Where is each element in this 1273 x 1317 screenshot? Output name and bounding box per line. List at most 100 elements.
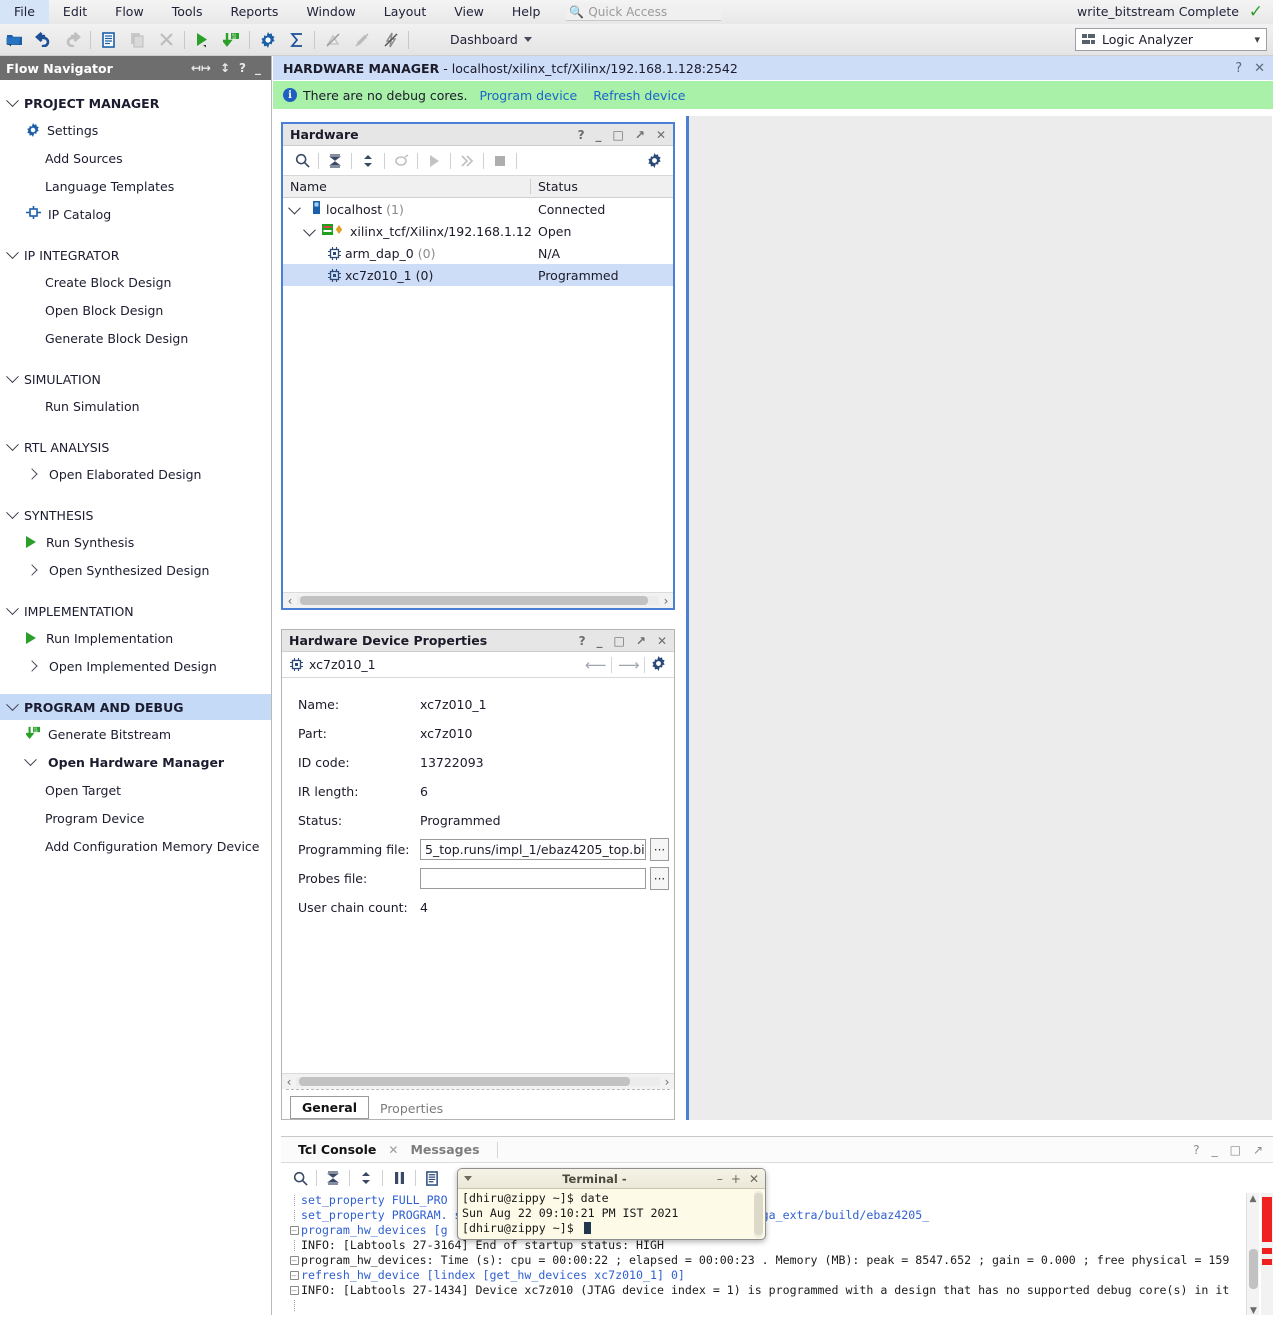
generate-bitstream-icon[interactable]: 01 10 xyxy=(217,25,246,55)
sum-icon[interactable] xyxy=(282,25,311,55)
error-marker[interactable] xyxy=(1262,1259,1272,1265)
run-icon[interactable] xyxy=(188,25,217,55)
gear-icon[interactable] xyxy=(640,148,668,174)
sidebar-item-settings[interactable]: Settings xyxy=(0,116,271,144)
program-device-link[interactable]: Program device xyxy=(479,88,577,103)
scroll-up-icon[interactable]: ▲ xyxy=(1247,1193,1259,1206)
expand-all-icon[interactable] xyxy=(354,148,382,174)
menu-file[interactable]: File xyxy=(0,0,49,24)
table-row[interactable]: xilinx_tcf/Xilinx/192.168.1.128 Open xyxy=(283,220,673,242)
sidebar-item-open-block-design[interactable]: Open Block Design xyxy=(0,296,271,324)
minimize-icon[interactable]: _ xyxy=(255,61,261,75)
float-icon[interactable]: ↗ xyxy=(636,634,646,648)
sidebar-group-simulation[interactable]: SIMULATION xyxy=(0,366,271,392)
sidebar-item-generate-bitstream[interactable]: 01 10 Generate Bitstream xyxy=(0,720,271,748)
maximize-icon[interactable]: □ xyxy=(1230,1143,1241,1157)
menu-edit[interactable]: Edit xyxy=(49,0,101,24)
sidebar-item-add-configuration-memory-device[interactable]: Add Configuration Memory Device xyxy=(0,832,271,860)
hardware-horizontal-scrollbar[interactable]: ‹ › xyxy=(283,592,673,608)
scroll-left-icon[interactable]: ‹ xyxy=(282,1075,296,1089)
browse-button[interactable]: ··· xyxy=(650,867,669,890)
float-icon[interactable]: ↗ xyxy=(635,128,645,142)
device-properties-horizontal-scrollbar[interactable]: ‹ › xyxy=(282,1073,674,1089)
pause-icon[interactable] xyxy=(385,1165,413,1191)
dashboard-selector[interactable]: Dashboard xyxy=(442,30,540,49)
scroll-thumb[interactable] xyxy=(754,1193,763,1235)
collapse-marker-icon[interactable]: – xyxy=(287,1226,301,1235)
scroll-thumb[interactable] xyxy=(300,596,648,605)
menu-window[interactable]: Window xyxy=(292,0,369,24)
minimize-icon[interactable]: _ xyxy=(597,634,603,648)
help-icon[interactable]: ? xyxy=(1193,1143,1199,1157)
menu-flow[interactable]: Flow xyxy=(101,0,158,24)
close-icon[interactable]: ✕ xyxy=(749,1172,759,1186)
sidebar-item-add-sources[interactable]: Add Sources xyxy=(0,144,271,172)
terminal-scrollbar[interactable] xyxy=(754,1191,763,1238)
sidebar-item-open-hardware-manager[interactable]: Open Hardware Manager xyxy=(0,748,271,776)
scroll-right-icon[interactable]: › xyxy=(659,594,673,608)
help-icon[interactable]: ? xyxy=(239,61,246,75)
terminal-body[interactable]: [dhiru@zippy ~]$ date Sun Aug 22 09:10:2… xyxy=(458,1189,765,1238)
settings-icon[interactable] xyxy=(253,25,282,55)
tab-tcl-console[interactable]: Tcl Console xyxy=(289,1142,385,1157)
float-icon[interactable]: ↗ xyxy=(1253,1143,1263,1157)
scroll-thumb[interactable] xyxy=(1249,1249,1258,1289)
help-icon[interactable]: ? xyxy=(579,634,586,648)
error-marker[interactable] xyxy=(1262,1248,1272,1254)
collapse-all-icon[interactable] xyxy=(319,1165,347,1191)
table-row[interactable]: localhost (1) Connected xyxy=(283,198,673,220)
close-icon[interactable]: ✕ xyxy=(385,1143,401,1157)
minimize-icon[interactable]: – xyxy=(717,1172,723,1186)
maximize-icon[interactable]: + xyxy=(731,1172,741,1186)
sidebar-item-language-templates[interactable]: Language Templates xyxy=(0,172,271,200)
menu-view[interactable]: View xyxy=(440,0,498,24)
error-marker-bar[interactable] xyxy=(1261,1193,1273,1317)
sidebar-item-run-synthesis[interactable]: Run Synthesis xyxy=(0,528,271,556)
forward-arrow-icon[interactable]: ⟶ xyxy=(618,656,640,674)
menu-layout[interactable]: Layout xyxy=(370,0,441,24)
sidebar-group-program-and-debug[interactable]: PROGRAM AND DEBUG xyxy=(0,694,271,720)
minimize-icon[interactable]: _ xyxy=(1212,1143,1218,1157)
tab-messages[interactable]: Messages xyxy=(401,1142,488,1157)
close-icon[interactable]: ✕ xyxy=(1254,61,1265,76)
table-row[interactable]: arm_dap_0 (0) N/A xyxy=(283,242,673,264)
expand-all-icon[interactable] xyxy=(352,1165,380,1191)
search-icon[interactable] xyxy=(288,148,316,174)
scroll-track[interactable] xyxy=(296,1077,660,1086)
table-row[interactable]: xc7z010_1 (0) Programmed xyxy=(283,264,673,286)
programming-file-input[interactable]: 5_top.runs/impl_1/ebaz4205_top.bit ✕ xyxy=(420,839,646,860)
search-icon[interactable] xyxy=(286,1165,314,1191)
browse-button[interactable]: ··· xyxy=(650,838,669,861)
quick-access-search[interactable]: 🔍 Quick Access xyxy=(566,3,722,21)
sidebar-item-open-target[interactable]: Open Target xyxy=(0,776,271,804)
sidebar-group-ip-integrator[interactable]: IP INTEGRATOR xyxy=(0,242,271,268)
help-icon[interactable]: ? xyxy=(1235,61,1242,76)
chevron-down-icon[interactable] xyxy=(303,223,316,236)
sidebar-group-rtl-analysis[interactable]: RTL ANALYSIS xyxy=(0,434,271,460)
scroll-left-icon[interactable]: ‹ xyxy=(283,594,297,608)
collapse-marker-icon[interactable]: – xyxy=(287,1271,301,1280)
back-arrow-icon[interactable]: ⟵ xyxy=(585,656,607,674)
tcl-vertical-scrollbar[interactable]: ▲ ▼ xyxy=(1246,1193,1259,1317)
sidebar-item-create-block-design[interactable]: Create Block Design xyxy=(0,268,271,296)
scroll-right-icon[interactable]: › xyxy=(660,1075,674,1089)
report-icon[interactable] xyxy=(418,1165,446,1191)
help-icon[interactable]: ? xyxy=(578,128,585,142)
maximize-icon[interactable]: □ xyxy=(613,128,624,142)
sidebar-item-ip-catalog[interactable]: IP Catalog xyxy=(0,200,271,228)
sidebar-item-run-implementation[interactable]: Run Implementation xyxy=(0,624,271,652)
expand-all-icon[interactable]: ↕ xyxy=(220,61,230,75)
error-marker[interactable] xyxy=(1262,1197,1272,1242)
collapse-all-icon[interactable]: ↤↦ xyxy=(191,61,211,75)
report-icon[interactable] xyxy=(94,25,123,55)
sidebar-item-open-implemented-design[interactable]: Open Implemented Design xyxy=(0,652,271,680)
refresh-device-link[interactable]: Refresh device xyxy=(593,88,685,103)
close-icon[interactable]: ✕ xyxy=(657,634,667,648)
chevron-down-icon[interactable] xyxy=(288,201,301,214)
collapse-all-icon[interactable] xyxy=(321,148,349,174)
sidebar-group-synthesis[interactable]: SYNTHESIS xyxy=(0,502,271,528)
collapse-marker-icon[interactable]: – xyxy=(287,1286,301,1295)
tcl-console-log[interactable]: set_property FULL_PRO set_property PROGR… xyxy=(281,1193,1273,1317)
menu-help[interactable]: Help xyxy=(498,0,555,24)
sidebar-item-open-elaborated-design[interactable]: Open Elaborated Design xyxy=(0,460,271,488)
